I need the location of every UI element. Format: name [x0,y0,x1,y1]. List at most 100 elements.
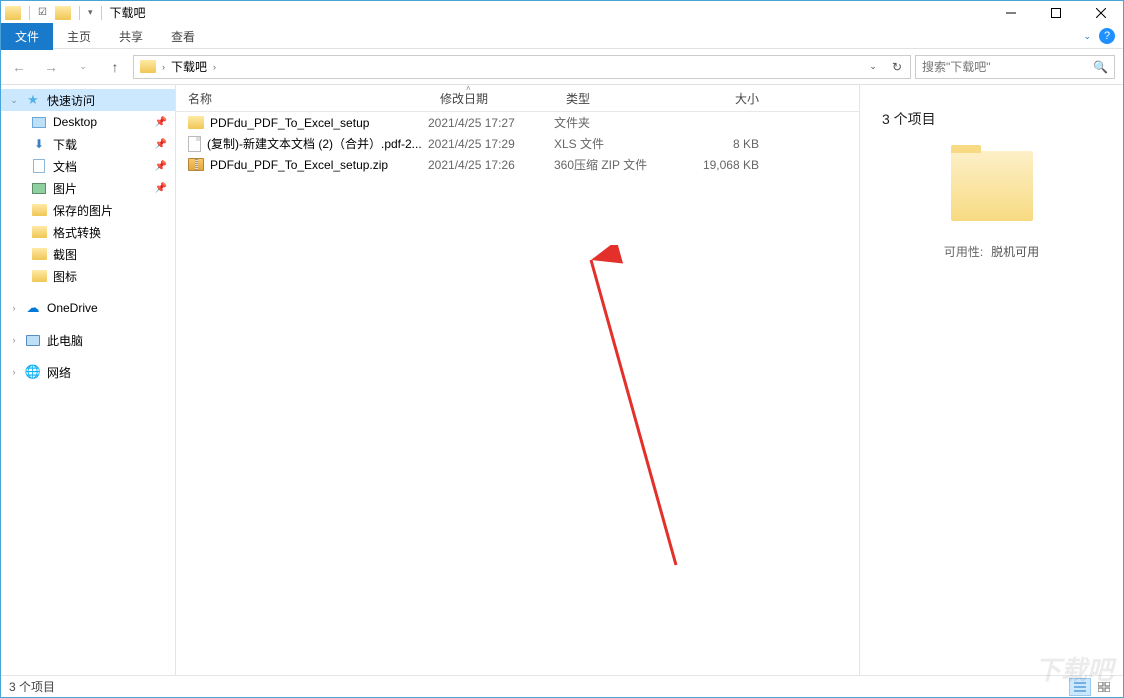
pictures-icon [32,183,46,194]
file-row[interactable]: (复制)-新建文本文档 (2)（合并）.pdf-2... 2021/4/25 1… [176,133,859,154]
maximize-button[interactable] [1033,1,1078,24]
nav-forward-button[interactable]: → [37,53,65,81]
sidebar-label: 网络 [47,364,71,381]
sidebar-onedrive[interactable]: › ☁ OneDrive [1,297,175,319]
chevron-down-icon[interactable]: ▾ [88,7,93,18]
sidebar-item-screenshot[interactable]: 截图 [1,243,175,265]
address-bar[interactable]: › 下载吧 › ⌄ ↻ [133,55,911,79]
nav-up-button[interactable]: ↑ [101,53,129,81]
tab-home[interactable]: 主页 [53,23,105,50]
search-icon[interactable]: 🔍 [1093,60,1108,74]
expand-icon[interactable]: › [9,303,19,313]
column-header-date[interactable]: 修改日期 [428,85,554,111]
view-details-button[interactable] [1069,678,1091,696]
sidebar-label: 下载 [53,136,77,153]
search-box[interactable]: 🔍 [915,55,1115,79]
sidebar-label: 图标 [53,268,77,285]
close-button[interactable] [1078,1,1123,24]
separator [29,6,30,20]
chevron-right-icon[interactable]: › [211,62,218,72]
search-input[interactable] [922,60,1093,74]
folder-thumbnail [951,151,1033,221]
sidebar-label: 此电脑 [47,332,83,349]
file-row[interactable]: PDFdu_PDF_To_Excel_setup.zip 2021/4/25 1… [176,154,859,175]
details-pane: 3 个项目 可用性: 脱机可用 [859,85,1123,675]
chevron-right-icon[interactable]: › [160,62,167,72]
file-type: XLS 文件 [554,135,677,152]
sidebar-label: 保存的图片 [53,202,113,219]
sidebar-this-pc[interactable]: › 此电脑 [1,329,175,351]
sidebar-network[interactable]: › 🌐 网络 [1,361,175,383]
folder-icon [32,248,47,260]
title-bar: ☑ ▾ 下载吧 [1,1,1123,24]
availability-value: 脱机可用 [991,243,1039,260]
nav-back-button[interactable]: ← [5,53,33,81]
separator [101,6,102,20]
details-title: 3 个项目 [882,109,936,129]
dropdown-icon[interactable]: ⌄ [862,56,884,78]
sidebar-quick-access[interactable]: ⌄ ★ 快速访问 [1,89,175,111]
sidebar-item-desktop[interactable]: Desktop 📌 [1,111,175,133]
sidebar-label: 图片 [53,180,77,197]
breadcrumb-label: 下载吧 [171,58,207,75]
tab-share[interactable]: 共享 [105,23,157,50]
pin-icon: 📌 [155,117,167,128]
pin-icon: 📌 [155,183,167,194]
network-icon: 🌐 [25,364,41,380]
availability-label: 可用性: [944,243,983,260]
column-header-size[interactable]: 大小 [677,85,777,111]
expand-icon[interactable]: › [9,335,19,345]
column-headers: ˄ 名称 修改日期 类型 大小 [176,85,859,112]
status-text: 3 个项目 [9,678,55,695]
cloud-icon: ☁ [25,300,41,316]
ribbon-tabs: 文件 主页 共享 查看 ⌄ ? [1,24,1123,49]
window-title: 下载吧 [110,4,146,21]
file-list: ˄ 名称 修改日期 类型 大小 PDFdu_PDF_To_Excel_setup… [176,85,859,675]
refresh-icon[interactable]: ↻ [886,56,908,78]
breadcrumb-segment[interactable]: 下载吧 [167,56,211,78]
help-icon[interactable]: ? [1099,28,1115,44]
document-icon [33,159,45,173]
star-icon: ★ [25,92,41,108]
ribbon-collapse-icon[interactable]: ⌄ [1083,31,1091,42]
nav-row: ← → ⌄ ↑ › 下载吧 › ⌄ ↻ 🔍 [1,49,1123,85]
file-size: 8 KB [677,137,777,151]
status-bar: 3 个项目 [1,675,1123,697]
file-row[interactable]: PDFdu_PDF_To_Excel_setup 2021/4/25 17:27… [176,112,859,133]
file-date: 2021/4/25 17:26 [428,158,554,172]
separator [79,6,80,20]
annotation-arrow [546,245,696,575]
column-header-type[interactable]: 类型 [554,85,677,111]
file-name: PDFdu_PDF_To_Excel_setup [210,116,369,130]
file-size: 19,068 KB [677,158,777,172]
file-type: 360压缩 ZIP 文件 [554,156,677,173]
file-date: 2021/4/25 17:29 [428,137,554,151]
expand-icon[interactable]: ⌄ [9,95,19,106]
folder-icon [32,204,47,216]
tab-file[interactable]: 文件 [1,23,53,50]
sidebar-item-format-convert[interactable]: 格式转换 [1,221,175,243]
nav-recent-dropdown[interactable]: ⌄ [69,53,97,81]
tab-view[interactable]: 查看 [157,23,209,50]
desktop-icon [32,117,46,128]
minimize-button[interactable] [988,1,1033,24]
view-icons-button[interactable] [1093,678,1115,696]
pin-icon: 📌 [155,139,167,150]
check-icon[interactable]: ☑ [38,7,47,18]
sidebar-label: 文档 [53,158,77,175]
folder-icon [188,116,204,129]
expand-icon[interactable]: › [9,367,19,377]
sidebar-label: Desktop [53,115,97,129]
folder-icon[interactable] [55,6,71,20]
file-name: (复制)-新建文本文档 (2)（合并）.pdf-2... [207,135,422,152]
sidebar-item-documents[interactable]: 文档📌 [1,155,175,177]
sidebar-label: OneDrive [47,301,98,315]
column-header-name[interactable]: 名称 [176,85,428,111]
sidebar-item-saved-pics[interactable]: 保存的图片 [1,199,175,221]
pc-icon [26,335,40,346]
sidebar-item-icons[interactable]: 图标 [1,265,175,287]
sidebar-item-pictures[interactable]: 图片 📌 [1,177,175,199]
sidebar-item-downloads[interactable]: ⬇ 下载 📌 [1,133,175,155]
download-icon: ⬇ [31,136,47,152]
sort-indicator-icon: ˄ [466,84,471,93]
